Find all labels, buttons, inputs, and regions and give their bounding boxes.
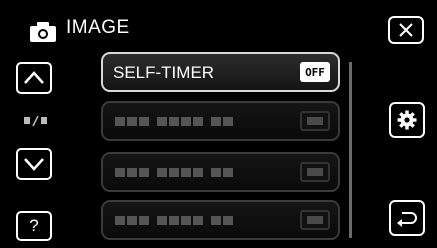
setting-value-badge: OFF [300, 62, 330, 82]
menu-item-placeholder[interactable] [101, 200, 340, 240]
placeholder-text-blocks [115, 168, 233, 177]
chevron-up-icon [24, 71, 44, 84]
menu-item-label: SELF-TIMER [113, 63, 215, 82]
gear-icon [397, 110, 417, 130]
menu-item-placeholder[interactable] [101, 101, 340, 141]
help-label: ? [29, 216, 39, 235]
back-button[interactable] [389, 200, 425, 236]
scroll-up-button[interactable] [16, 62, 52, 94]
camera-icon [30, 22, 56, 42]
chevron-down-icon [24, 158, 44, 171]
placeholder-text-blocks [115, 117, 233, 126]
close-icon [399, 23, 413, 37]
settings-button[interactable] [389, 102, 425, 138]
menu-item-self-timer[interactable]: SELF-TIMER OFF [101, 52, 340, 92]
placeholder-value-badge [300, 162, 330, 182]
page-indicator-icon [24, 115, 47, 127]
placeholder-text-blocks [115, 216, 233, 225]
menu-item-placeholder[interactable] [101, 152, 340, 192]
page-title: IMAGE [66, 17, 130, 38]
placeholder-value-badge [300, 210, 330, 230]
scroll-down-button[interactable] [16, 148, 52, 180]
scrollbar[interactable] [349, 62, 352, 238]
help-button[interactable]: ? [16, 211, 52, 241]
return-icon [397, 212, 417, 227]
close-button[interactable] [388, 16, 424, 44]
placeholder-value-badge [300, 111, 330, 131]
